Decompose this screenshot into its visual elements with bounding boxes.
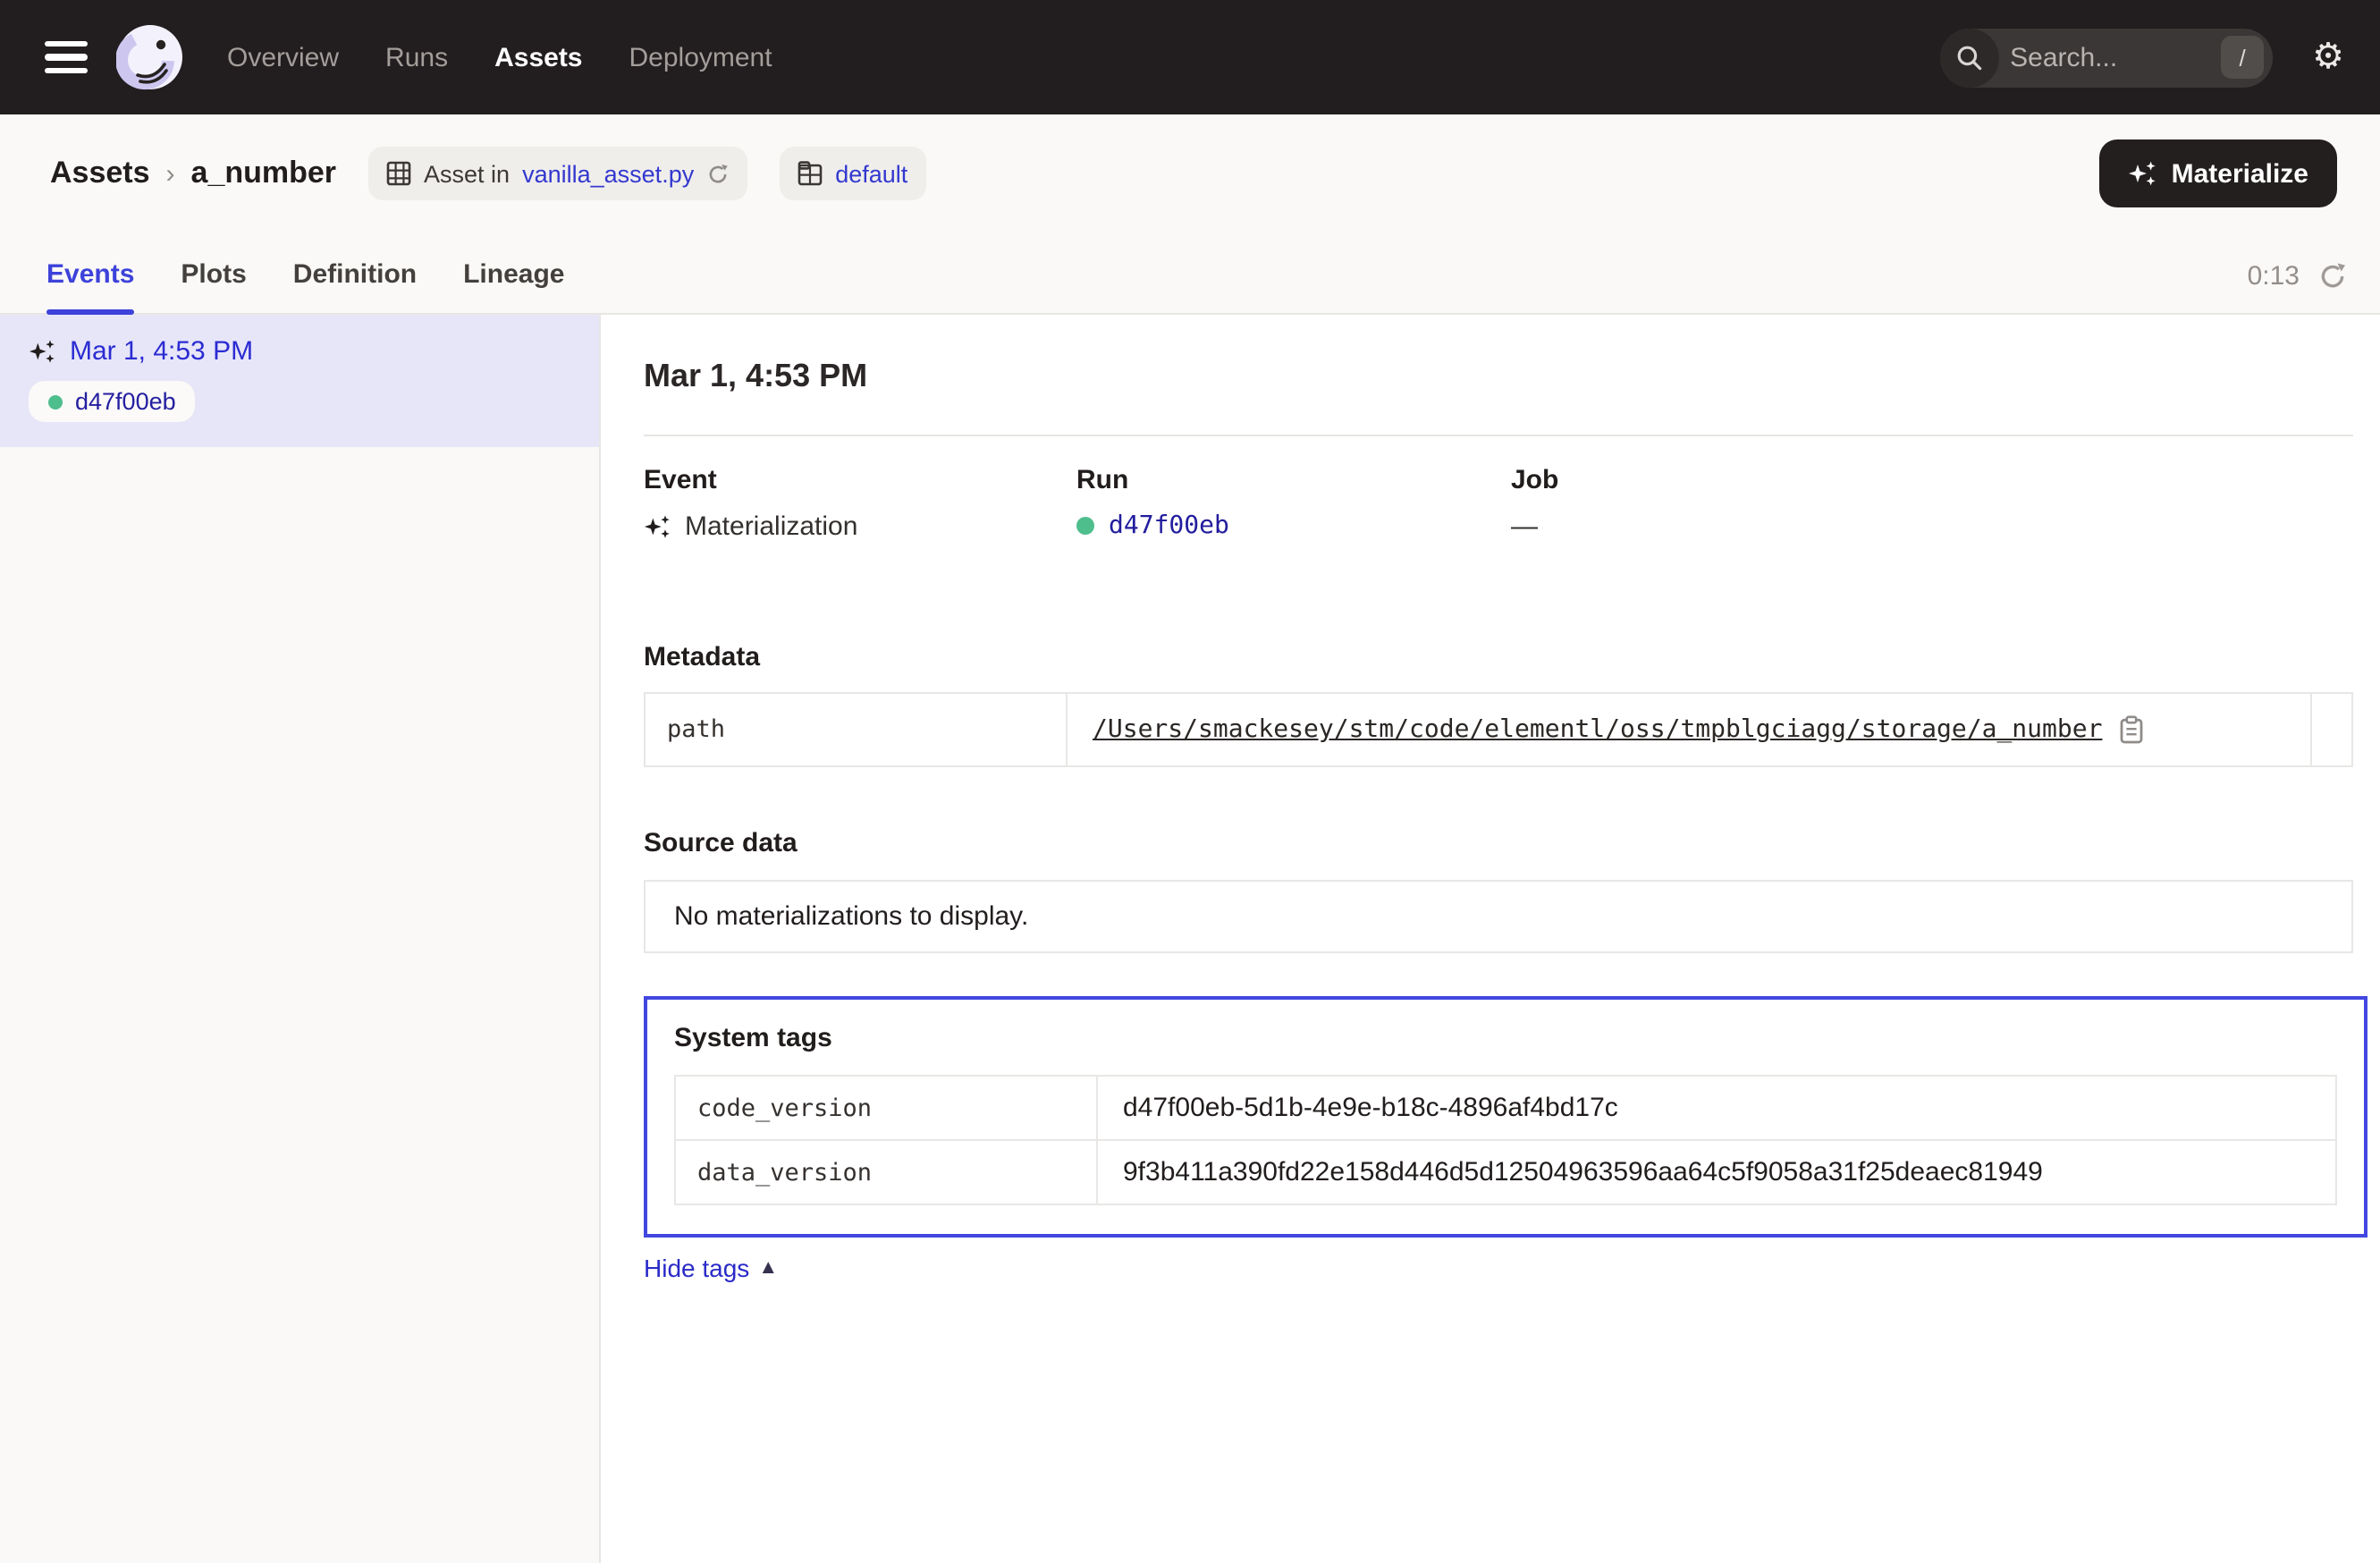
asset-badge-prefix: Asset in	[424, 160, 510, 187]
settings-gear-icon[interactable]: ⚙	[2312, 39, 2344, 75]
event-list-item-selected[interactable]: Mar 1, 4:53 PM d47f00eb	[0, 315, 599, 447]
metadata-path-link[interactable]: /Users/smackesey/stm/code/elementl/oss/t…	[1093, 715, 2102, 744]
table-row: path /Users/smackesey/stm/code/elementl/…	[646, 694, 2351, 765]
hide-tags-label: Hide tags	[644, 1254, 749, 1282]
nav-item-deployment[interactable]: Deployment	[629, 42, 772, 72]
system-tags-heading: System tags	[674, 1023, 2337, 1053]
source-data-empty-message: No materializations to display.	[644, 880, 2353, 953]
event-detail-panel: Mar 1, 4:53 PM Event Materialization Run…	[601, 315, 2380, 1563]
search-box[interactable]: /	[1940, 28, 2273, 87]
asset-tabs: Events Plots Definition Lineage 0:13	[0, 232, 2380, 315]
asset-file-link[interactable]: vanilla_asset.py	[522, 160, 694, 187]
system-tags-highlight-box: System tags code_version d47f00eb-5d1b-4…	[644, 996, 2367, 1238]
tag-value: d47f00eb-5d1b-4e9e-b18c-4896af4bd17c	[1098, 1077, 2335, 1139]
table-row: data_version 9f3b411a390fd22e158d446d5d1…	[676, 1141, 2335, 1204]
nav-item-assets[interactable]: Assets	[494, 42, 582, 72]
events-sidebar: Mar 1, 4:53 PM d47f00eb	[0, 315, 601, 1563]
table-spacer-cell	[2310, 694, 2351, 765]
tab-plots[interactable]: Plots	[181, 241, 246, 313]
tag-value: 9f3b411a390fd22e158d446d5d12504963596aa6…	[1098, 1141, 2335, 1204]
event-timestamp-link[interactable]: Mar 1, 4:53 PM	[70, 336, 253, 367]
event-label: Event	[644, 465, 1076, 495]
system-tags-table: code_version d47f00eb-5d1b-4e9e-b18c-489…	[674, 1075, 2337, 1205]
event-run-job-row: Event Materialization Run d47f00eb Job —	[644, 465, 2353, 542]
breadcrumb-assets-link[interactable]: Assets	[50, 156, 150, 191]
breadcrumb-separator: ›	[166, 158, 175, 189]
event-detail-title: Mar 1, 4:53 PM	[644, 358, 2353, 395]
source-data-heading: Source data	[644, 828, 2353, 858]
event-type-value: Materialization	[685, 511, 857, 542]
divider	[644, 435, 2353, 436]
metadata-key: path	[646, 694, 1068, 765]
group-folder-icon	[798, 161, 823, 186]
copy-clipboard-icon[interactable]	[2118, 715, 2143, 744]
search-input[interactable]	[1999, 42, 2221, 72]
sparkle-icon	[2129, 159, 2157, 188]
tag-key: data_version	[676, 1141, 1098, 1204]
metadata-heading: Metadata	[644, 642, 2353, 672]
run-id-link[interactable]: d47f00eb	[1109, 511, 1229, 540]
group-default-link[interactable]: default	[835, 160, 907, 187]
tab-definition[interactable]: Definition	[293, 241, 417, 313]
nav-item-overview[interactable]: Overview	[227, 42, 339, 72]
materialization-sparkle-icon	[644, 513, 671, 540]
hide-tags-link[interactable]: Hide tags ▲	[644, 1254, 778, 1282]
tab-lineage[interactable]: Lineage	[463, 241, 564, 313]
reload-definition-icon[interactable]	[706, 162, 730, 185]
dagster-app: Overview Runs Assets Deployment / ⚙ Asse…	[0, 0, 2380, 1563]
top-nav: Overview Runs Assets Deployment / ⚙	[0, 0, 2380, 114]
job-value: —	[1511, 511, 1538, 542]
event-run-id: d47f00eb	[75, 388, 176, 415]
search-shortcut-key: /	[2221, 36, 2264, 79]
run-status-dot	[48, 394, 63, 409]
search-icon	[1940, 28, 1999, 87]
table-row: code_version d47f00eb-5d1b-4e9e-b18c-489…	[676, 1077, 2335, 1141]
breadcrumb-current-asset: a_number	[191, 156, 337, 191]
asset-group-badge[interactable]: default	[780, 147, 925, 200]
run-status-dot	[1076, 517, 1094, 535]
metadata-section: Metadata path /Users/smackesey/stm/code/…	[644, 642, 2353, 767]
run-label: Run	[1076, 465, 1511, 495]
event-run-badge[interactable]: d47f00eb	[29, 381, 196, 422]
metadata-table: path /Users/smackesey/stm/code/elementl/…	[644, 692, 2353, 767]
refresh-timer: 0:13	[2248, 261, 2300, 291]
materialize-button[interactable]: Materialize	[2100, 139, 2337, 207]
job-label: Job	[1511, 465, 2353, 495]
tag-key: code_version	[676, 1077, 1098, 1139]
collapse-caret-icon: ▲	[758, 1257, 778, 1279]
hamburger-menu-icon[interactable]	[45, 41, 88, 73]
dagster-logo-icon[interactable]	[116, 23, 184, 91]
nav-item-runs[interactable]: Runs	[385, 42, 448, 72]
asset-definition-badge[interactable]: Asset in vanilla_asset.py	[368, 147, 747, 200]
nav-items: Overview Runs Assets Deployment	[227, 42, 772, 72]
materialize-button-label: Materialize	[2172, 158, 2308, 189]
tab-events[interactable]: Events	[46, 241, 134, 313]
refresh-icon[interactable]	[2317, 261, 2348, 291]
asset-grid-icon	[386, 161, 411, 186]
source-data-section: Source data No materializations to displ…	[644, 828, 2353, 953]
materialization-sparkle-icon	[29, 338, 55, 365]
nav-right: / ⚙	[1940, 28, 2344, 87]
page-header: Assets › a_number Asset in vanilla_asset…	[0, 114, 2380, 232]
